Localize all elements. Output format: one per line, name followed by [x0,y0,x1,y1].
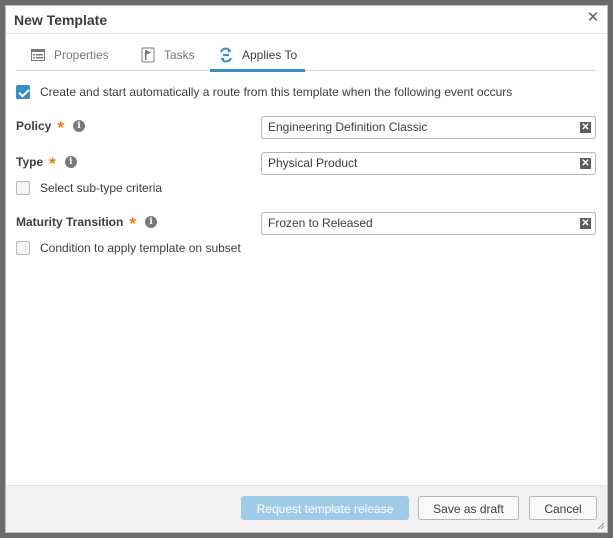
subset-checkbox[interactable] [16,241,30,255]
dialog-title: New Template [14,12,108,28]
save-draft-button[interactable]: Save as draft [418,496,519,520]
subtype-checkbox[interactable] [16,181,30,195]
info-icon[interactable]: i [64,156,77,168]
clear-icon[interactable]: ✕ [580,218,591,229]
maturity-label-text: Maturity Transition [16,215,124,229]
clear-icon[interactable]: ✕ [580,122,591,133]
auto-route-label: Create and start automatically a route f… [40,85,513,99]
type-label: Type * i [16,154,77,173]
dialog-footer: Request template release Save as draft C… [6,485,607,532]
maturity-value: Frozen to Released [268,216,373,230]
info-icon[interactable]: i [144,216,157,228]
auto-route-checkbox[interactable] [16,85,30,99]
tab-tasks[interactable]: Tasks [140,40,195,70]
subtype-label: Select sub-type criteria [40,181,163,195]
clear-icon[interactable]: ✕ [580,158,591,169]
tab-bar: Properties Tasks Applies To [16,40,595,72]
policy-label-text: Policy [16,119,52,133]
type-value: Physical Product [268,156,358,170]
type-label-text: Type [16,155,44,169]
policy-label: Policy * i [16,118,85,137]
cancel-button[interactable]: Cancel [529,496,597,520]
tab-properties[interactable]: Properties [30,40,109,70]
type-field[interactable]: Physical Product ✕ [261,152,596,175]
policy-field[interactable]: Engineering Definition Classic ✕ [261,116,596,139]
subset-label: Condition to apply template on subset [40,241,241,255]
tab-applies-to-label: Applies To [242,48,298,62]
tasks-flag-icon [140,47,156,63]
required-asterisk: * [57,118,64,137]
request-release-button[interactable]: Request template release [241,496,409,520]
new-template-dialog: New Template ✕ Properties Tasks Applies … [5,5,608,533]
resize-grip-icon[interactable] [597,522,605,530]
tab-applies-to[interactable]: Applies To [209,40,306,72]
required-asterisk: * [129,214,136,233]
info-icon[interactable]: i [72,120,85,132]
route-icon [218,47,234,63]
maturity-label: Maturity Transition * i [16,214,157,233]
tab-tasks-label: Tasks [164,48,195,62]
tab-properties-label: Properties [54,48,109,62]
title-divider [6,33,607,34]
close-icon[interactable]: ✕ [585,10,601,26]
maturity-field[interactable]: Frozen to Released ✕ [261,212,596,235]
policy-value: Engineering Definition Classic [268,120,428,134]
required-asterisk: * [49,154,56,173]
properties-icon [30,47,46,63]
